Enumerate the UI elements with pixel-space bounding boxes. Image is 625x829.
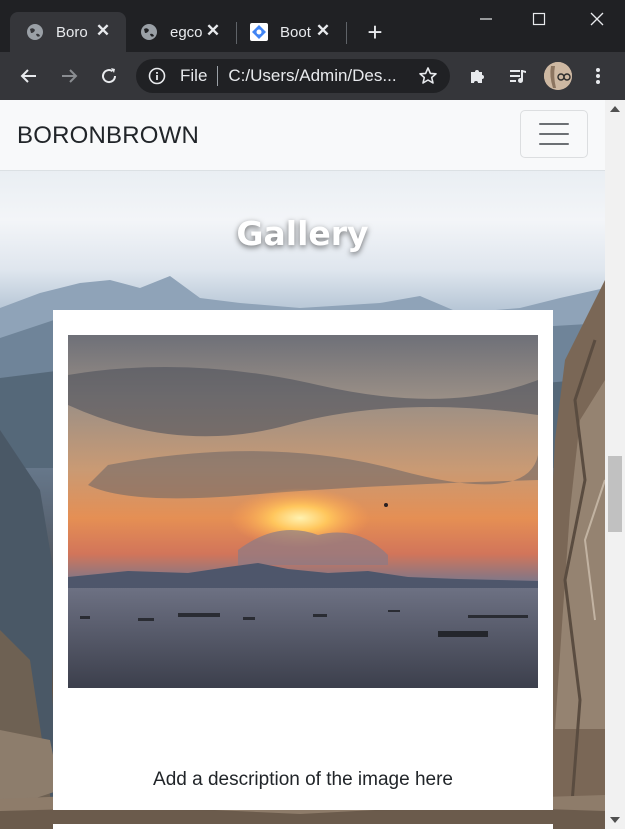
close-tab-icon[interactable]: ✕ <box>94 21 112 40</box>
url-text[interactable]: C:/Users/Admin/Des... <box>228 66 400 86</box>
page-scrollbar[interactable] <box>605 100 625 829</box>
navbar-brand[interactable]: BORONBROWN <box>17 122 199 150</box>
minimize-icon <box>480 18 492 20</box>
minimize-button[interactable] <box>466 4 506 34</box>
close-icon <box>590 12 604 26</box>
globe-icon <box>27 24 43 40</box>
close-tab-icon[interactable]: ✕ <box>204 21 222 40</box>
arrow-right-icon <box>62 69 78 83</box>
close-window-button[interactable] <box>577 4 617 34</box>
image-description: Add a description of the image here <box>153 769 453 790</box>
more-vert-icon <box>596 68 600 84</box>
avatar-image <box>544 62 572 90</box>
tab-title: Boot <box>280 23 311 41</box>
maximize-button[interactable] <box>519 4 559 34</box>
scroll-up-arrow-icon[interactable] <box>610 106 620 112</box>
tab-boronbrown[interactable]: Boro ✕ <box>10 12 126 52</box>
playlist-icon <box>510 70 526 83</box>
page-viewport: BORONBROWN Gallery Add a description of … <box>0 100 605 829</box>
scroll-down-arrow-icon[interactable] <box>610 817 620 823</box>
hamburger-icon <box>539 133 569 135</box>
browser-toolbar: File C:/Users/Admin/Des... <box>0 52 625 100</box>
back-button[interactable] <box>17 64 41 88</box>
new-tab-button[interactable]: + <box>362 19 388 46</box>
profile-avatar[interactable] <box>544 62 572 90</box>
scheme-label: File <box>180 66 208 85</box>
tab-egco[interactable]: egco ✕ <box>124 12 236 52</box>
omnibox-divider <box>217 66 219 86</box>
tab-strip: Boro ✕ egco ✕ Boot ✕ + <box>0 0 625 52</box>
scrollbar-thumb[interactable] <box>608 456 622 532</box>
navbar-toggler-button[interactable] <box>520 110 588 158</box>
puzzle-icon <box>471 70 484 83</box>
extensions-button[interactable] <box>466 64 490 88</box>
bookmark-star-icon[interactable] <box>418 66 438 86</box>
site-navbar: BORONBROWN <box>0 100 605 170</box>
forward-button[interactable] <box>57 64 81 88</box>
gallery-card-next <box>53 824 553 829</box>
hamburger-icon <box>539 143 569 145</box>
reload-button[interactable] <box>97 64 121 88</box>
tab-title: Boro <box>56 23 88 41</box>
bootstrap-icon <box>250 23 268 41</box>
gallery-image <box>68 335 538 688</box>
media-control-button[interactable] <box>506 64 530 88</box>
reload-icon <box>102 68 117 84</box>
info-icon <box>148 67 166 85</box>
hamburger-icon <box>539 123 569 125</box>
tab-bootstrap[interactable]: Boot ✕ <box>234 12 346 52</box>
tab-separator <box>346 22 347 44</box>
gallery-card: Add a description of the image here <box>53 310 553 810</box>
arrow-left-icon <box>20 69 36 83</box>
maximize-icon <box>532 12 546 26</box>
sunset-photo <box>68 335 538 688</box>
close-tab-icon[interactable]: ✕ <box>314 21 332 40</box>
globe-icon <box>141 24 157 40</box>
browser-menu-button[interactable] <box>586 64 610 88</box>
page-title: Gallery <box>236 214 369 254</box>
address-bar[interactable]: File C:/Users/Admin/Des... <box>136 59 450 93</box>
tab-title: egco <box>170 23 202 41</box>
